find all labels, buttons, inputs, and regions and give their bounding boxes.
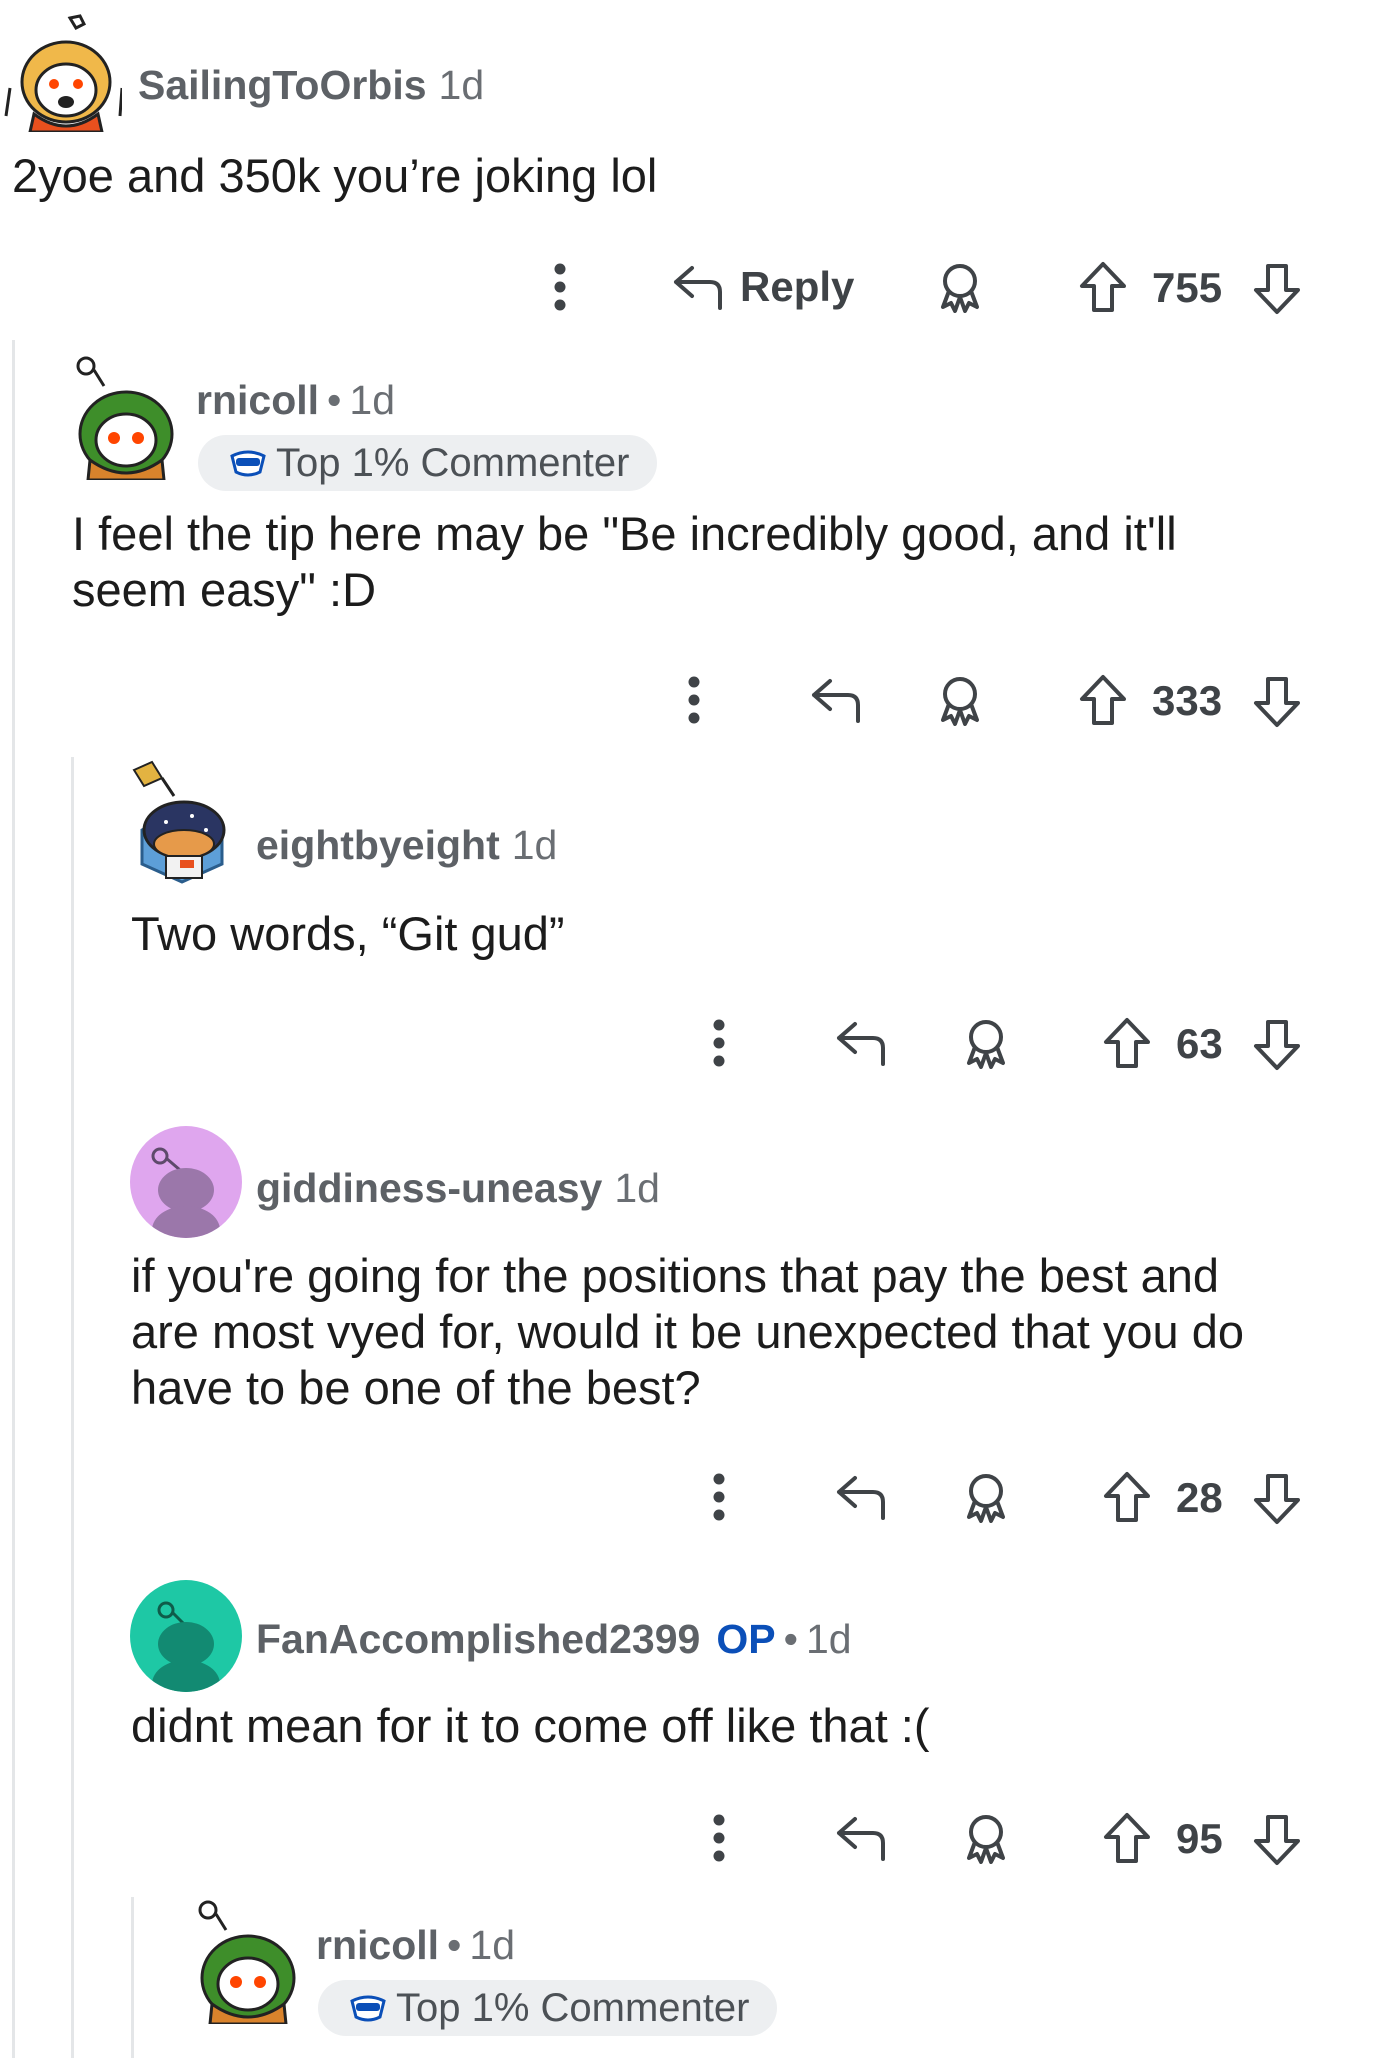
reply-arrow-icon[interactable] <box>808 672 864 728</box>
comment-body: didnt mean for it to come off like that … <box>131 1699 930 1752</box>
comment-meta: rnicoll • 1d <box>196 377 395 424</box>
username[interactable]: eightbyeight <box>256 822 500 869</box>
award-icon[interactable] <box>934 673 986 727</box>
vote-score: 95 <box>1176 1815 1223 1862</box>
vote-score: 28 <box>1176 1474 1223 1521</box>
upvote-arrow-icon[interactable] <box>1100 1809 1154 1867</box>
comment-age: 1d <box>469 1922 515 1968</box>
separator: • <box>783 1616 798 1662</box>
op-badge: OP <box>716 1616 776 1662</box>
comment-meta: rnicoll • 1d <box>316 1922 515 1969</box>
username[interactable]: rnicoll <box>316 1922 439 1969</box>
comment-meta: giddiness-uneasy 1d <box>256 1165 660 1212</box>
username[interactable]: FanAccomplished2399 <box>256 1616 700 1663</box>
comment-meta: eightbyeight 1d <box>256 822 557 869</box>
separator: • <box>447 1922 462 1968</box>
downvote-arrow-icon[interactable] <box>1250 673 1304 731</box>
user-flair-badge: Top 1% Commenter <box>198 435 658 491</box>
vote-score: 63 <box>1176 1020 1223 1067</box>
upvote-arrow-icon[interactable] <box>1076 258 1130 316</box>
award-icon[interactable] <box>960 1811 1012 1865</box>
avatar[interactable] <box>74 352 176 480</box>
comment-body: I feel the tip here may be "Be incredibl… <box>72 507 1177 616</box>
more-vertical-icon[interactable] <box>707 1016 731 1070</box>
upvote-arrow-icon[interactable] <box>1076 671 1130 729</box>
comment-age: 1d <box>438 62 485 108</box>
more-vertical-icon[interactable] <box>548 260 572 314</box>
vote-score: 755 <box>1152 264 1223 311</box>
separator: • <box>327 377 342 423</box>
avatar[interactable] <box>130 1126 242 1238</box>
comment-age: 1d <box>511 822 558 868</box>
commenter-badge-icon <box>228 446 276 480</box>
award-icon[interactable] <box>960 1470 1012 1524</box>
avatar[interactable] <box>4 14 122 132</box>
upvote-arrow-icon[interactable] <box>1100 1468 1154 1526</box>
username[interactable]: giddiness-uneasy <box>256 1165 602 1212</box>
reply-button[interactable]: Reply <box>672 258 854 316</box>
reply-arrow-icon[interactable] <box>833 1469 889 1525</box>
more-vertical-icon[interactable] <box>682 673 706 727</box>
upvote-arrow-icon[interactable] <box>1100 1014 1154 1072</box>
reply-label: Reply <box>740 263 855 310</box>
comment-meta: FanAccomplished2399 OP • 1d <box>256 1616 852 1663</box>
comment-body: Two words, “Git gud” <box>131 907 565 960</box>
badge-label: Top 1% Commenter <box>276 440 630 485</box>
comment-age: 1d <box>349 377 395 423</box>
downvote-arrow-icon[interactable] <box>1250 1811 1304 1869</box>
comment-body: if you're going for the positions that p… <box>131 1249 1245 1414</box>
thread-line[interactable] <box>71 757 74 2058</box>
award-icon[interactable] <box>960 1016 1012 1070</box>
avatar[interactable] <box>130 760 234 884</box>
comment-meta: SailingToOrbis 1d <box>138 62 484 109</box>
vote-score: 333 <box>1152 677 1223 724</box>
comment-age: 1d <box>805 1616 852 1662</box>
reply-arrow-icon[interactable] <box>833 1015 889 1071</box>
downvote-arrow-icon[interactable] <box>1250 1470 1304 1528</box>
more-vertical-icon[interactable] <box>707 1811 731 1865</box>
commenter-badge-icon <box>348 1991 396 2025</box>
avatar[interactable] <box>194 1896 298 2024</box>
reply-arrow-icon <box>672 264 724 310</box>
downvote-arrow-icon[interactable] <box>1250 1016 1304 1074</box>
more-vertical-icon[interactable] <box>707 1470 731 1524</box>
badge-label: Top 1% Commenter <box>396 1985 750 2030</box>
downvote-arrow-icon[interactable] <box>1250 260 1304 318</box>
user-flair-badge: Top 1% Commenter <box>318 1980 778 2036</box>
reply-arrow-icon[interactable] <box>833 1810 889 1866</box>
comment-body: 2yoe and 350k you’re joking lol <box>12 149 658 202</box>
thread-line[interactable] <box>131 1897 134 2058</box>
thread-line[interactable] <box>12 340 15 2058</box>
username[interactable]: SailingToOrbis <box>138 62 427 109</box>
award-icon[interactable] <box>934 260 986 314</box>
comment-age: 1d <box>614 1165 660 1211</box>
username[interactable]: rnicoll <box>196 377 319 424</box>
avatar[interactable] <box>130 1580 242 1692</box>
